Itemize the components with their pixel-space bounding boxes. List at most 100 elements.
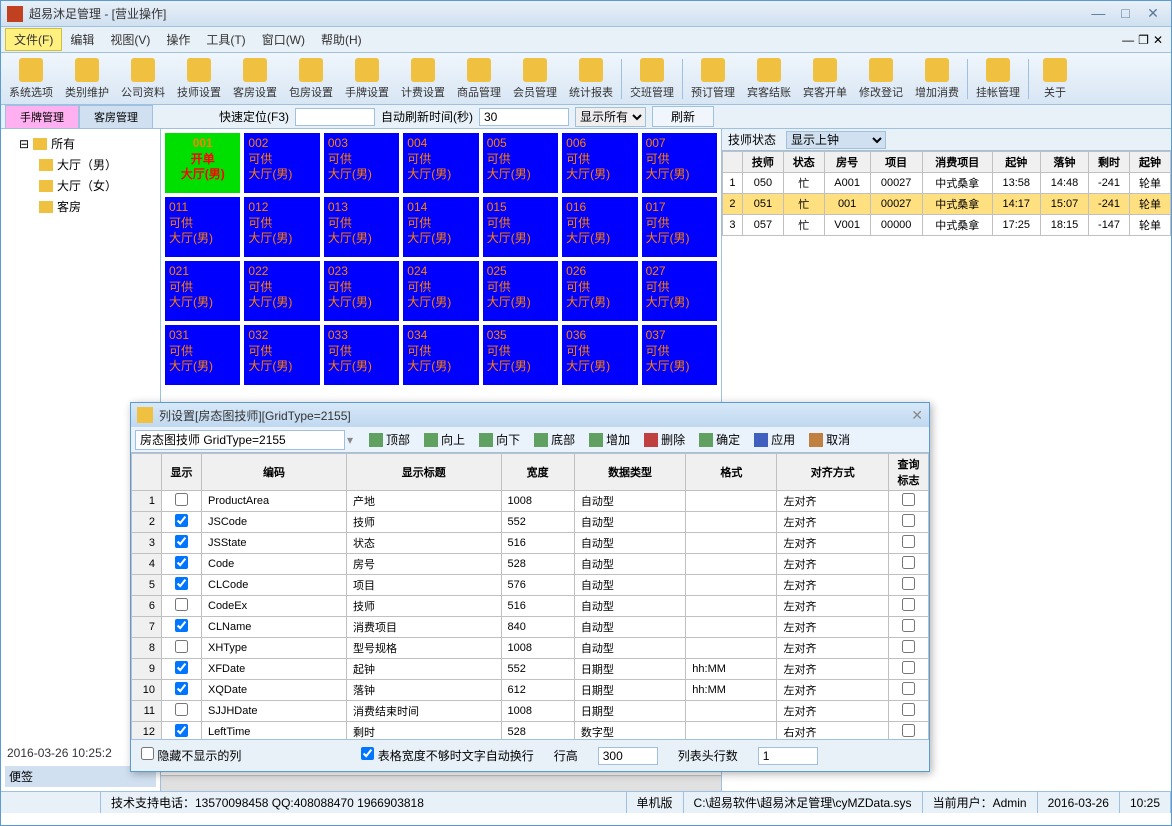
room-cell[interactable]: 031可供大厅(男): [165, 325, 240, 385]
room-cell[interactable]: 026可供大厅(男): [562, 261, 637, 321]
add-button[interactable]: 增加: [583, 429, 636, 450]
toolbar-公司资料[interactable]: 公司资料: [115, 56, 171, 102]
room-cell[interactable]: 022可供大厅(男): [244, 261, 319, 321]
column-row[interactable]: 10XQDate落钟612日期型hh:MM左对齐: [132, 680, 929, 701]
query-checkbox[interactable]: [902, 640, 915, 653]
tab-rooms[interactable]: 客房管理: [79, 105, 153, 129]
headerrows-input[interactable]: [758, 747, 818, 765]
show-filter-select[interactable]: 显示所有: [575, 107, 646, 127]
show-checkbox[interactable]: [175, 724, 188, 737]
mdi-close-icon[interactable]: ✕: [1153, 33, 1163, 47]
column-row[interactable]: 1ProductArea产地1008自动型左对齐: [132, 491, 929, 512]
toolbar-包房设置[interactable]: 包房设置: [283, 56, 339, 102]
toolbar-技师设置[interactable]: 技师设置: [171, 56, 227, 102]
dialog-close-button[interactable]: ✕: [911, 407, 923, 424]
tech-row[interactable]: 1050忙A00100027中式桑拿13:5814:48-241轮单: [723, 173, 1171, 194]
query-checkbox[interactable]: [902, 535, 915, 548]
show-checkbox[interactable]: [175, 535, 188, 548]
room-cell[interactable]: 001开单大厅(男): [165, 133, 240, 193]
menu-operate[interactable]: 操作: [158, 29, 198, 50]
column-row[interactable]: 7CLName消费项目840自动型左对齐: [132, 617, 929, 638]
room-cell[interactable]: 016可供大厅(男): [562, 197, 637, 257]
toolbar-手牌设置[interactable]: 手牌设置: [339, 56, 395, 102]
show-checkbox[interactable]: [175, 598, 188, 611]
toolbar-类别维护[interactable]: 类别维护: [59, 56, 115, 102]
room-cell[interactable]: 037可供大厅(男): [642, 325, 717, 385]
room-cell[interactable]: 006可供大厅(男): [562, 133, 637, 193]
column-row[interactable]: 9XFDate起钟552日期型hh:MM左对齐: [132, 659, 929, 680]
room-cell[interactable]: 027可供大厅(男): [642, 261, 717, 321]
room-cell[interactable]: 002可供大厅(男): [244, 133, 319, 193]
cancel-button[interactable]: 取消: [803, 429, 856, 450]
tree-guestroom[interactable]: 客房: [5, 196, 156, 217]
menu-edit[interactable]: 编辑: [62, 29, 102, 50]
column-row[interactable]: 3JSState状态516自动型左对齐: [132, 533, 929, 554]
maximize-button[interactable]: □: [1114, 5, 1138, 21]
toolbar-统计报表[interactable]: 统计报表: [563, 56, 619, 102]
rowheight-input[interactable]: [598, 747, 658, 765]
wrap-checkbox[interactable]: 表格宽度不够时文字自动换行: [361, 747, 533, 764]
toolbar-增加消费[interactable]: 增加消费: [909, 56, 965, 102]
toolbar-宾客结账[interactable]: 宾客结账: [741, 56, 797, 102]
room-cell[interactable]: 036可供大厅(男): [562, 325, 637, 385]
toolbar-系统选项[interactable]: 系统选项: [3, 56, 59, 102]
room-cell[interactable]: 015可供大厅(男): [483, 197, 558, 257]
room-cell[interactable]: 014可供大厅(男): [403, 197, 478, 257]
hide-cols-checkbox[interactable]: 隐藏不显示的列: [141, 747, 241, 764]
toolbar-交班管理[interactable]: 交班管理: [624, 56, 680, 102]
room-cell[interactable]: 032可供大厅(男): [244, 325, 319, 385]
top-button[interactable]: 顶部: [363, 429, 416, 450]
delete-button[interactable]: 删除: [638, 429, 691, 450]
toolbar-计费设置[interactable]: 计费设置: [395, 56, 451, 102]
show-checkbox[interactable]: [175, 661, 188, 674]
column-row[interactable]: 6CodeEx技师516自动型左对齐: [132, 596, 929, 617]
column-row[interactable]: 2JSCode技师552自动型左对齐: [132, 512, 929, 533]
down-button[interactable]: 向下: [473, 429, 526, 450]
show-checkbox[interactable]: [175, 514, 188, 527]
menu-view[interactable]: 视图(V): [102, 29, 158, 50]
tree-root[interactable]: ⊟ 所有: [5, 133, 156, 154]
tree-hall-female[interactable]: 大厅（女）: [5, 175, 156, 196]
show-checkbox[interactable]: [175, 703, 188, 716]
room-cell[interactable]: 025可供大厅(男): [483, 261, 558, 321]
ok-button[interactable]: 确定: [693, 429, 746, 450]
tab-cards[interactable]: 手牌管理: [5, 105, 79, 129]
room-cell[interactable]: 011可供大厅(男): [165, 197, 240, 257]
query-checkbox[interactable]: [902, 703, 915, 716]
menu-tool[interactable]: 工具(T): [198, 29, 253, 50]
bottom-button[interactable]: 底部: [528, 429, 581, 450]
room-cell[interactable]: 013可供大厅(男): [324, 197, 399, 257]
query-checkbox[interactable]: [902, 493, 915, 506]
dialog-search-input[interactable]: [135, 430, 345, 450]
room-cell[interactable]: 021可供大厅(男): [165, 261, 240, 321]
room-cell[interactable]: 024可供大厅(男): [403, 261, 478, 321]
apply-button[interactable]: 应用: [748, 429, 801, 450]
toolbar-挂帐管理[interactable]: 挂帐管理: [970, 56, 1026, 102]
refresh-button[interactable]: 刷新: [652, 106, 714, 127]
menu-window[interactable]: 窗口(W): [254, 29, 313, 50]
menu-file[interactable]: 文件(F): [5, 28, 62, 51]
minimize-button[interactable]: —: [1086, 5, 1110, 21]
room-cell[interactable]: 033可供大厅(男): [324, 325, 399, 385]
room-cell[interactable]: 012可供大厅(男): [244, 197, 319, 257]
toolbar-会员管理[interactable]: 会员管理: [507, 56, 563, 102]
tech-status-select[interactable]: 显示上钟: [786, 131, 886, 149]
autorefresh-input[interactable]: [479, 108, 569, 126]
column-row[interactable]: 5CLCode项目576自动型左对齐: [132, 575, 929, 596]
room-cell[interactable]: 034可供大厅(男): [403, 325, 478, 385]
quickloc-input[interactable]: [295, 108, 375, 126]
up-button[interactable]: 向上: [418, 429, 471, 450]
query-checkbox[interactable]: [902, 724, 915, 737]
show-checkbox[interactable]: [175, 577, 188, 590]
tech-row[interactable]: 2051忙00100027中式桑拿14:1715:07-241轮单: [723, 194, 1171, 215]
column-row[interactable]: 4Code房号528自动型左对齐: [132, 554, 929, 575]
show-checkbox[interactable]: [175, 682, 188, 695]
toolbar-关于[interactable]: 关于: [1031, 56, 1079, 102]
show-checkbox[interactable]: [175, 493, 188, 506]
show-checkbox[interactable]: [175, 556, 188, 569]
toolbar-预订管理[interactable]: 预订管理: [685, 56, 741, 102]
query-checkbox[interactable]: [902, 514, 915, 527]
toolbar-宾客开单[interactable]: 宾客开单: [797, 56, 853, 102]
room-cell[interactable]: 007可供大厅(男): [642, 133, 717, 193]
close-button[interactable]: ✕: [1141, 5, 1165, 22]
